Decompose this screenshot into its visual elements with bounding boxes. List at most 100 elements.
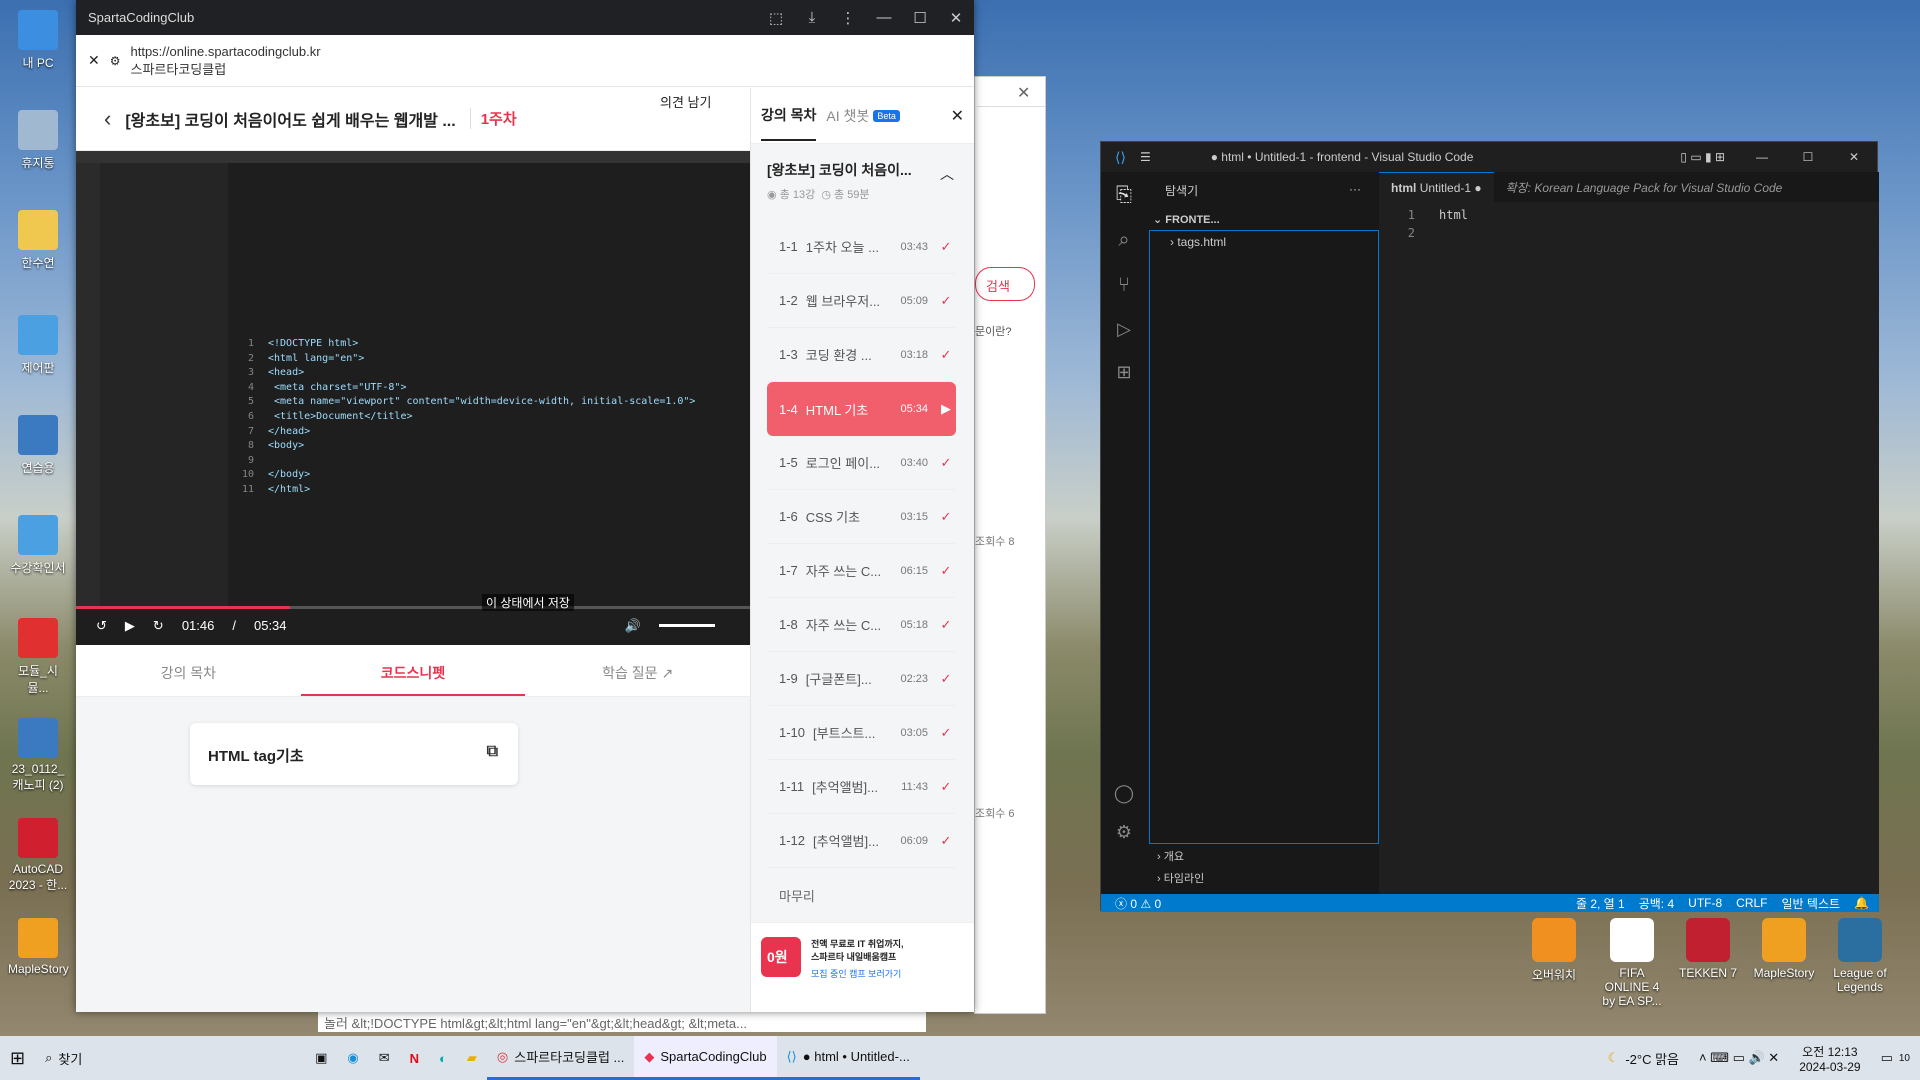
lesson-item[interactable]: 1-6 CSS 기초 03:15 ✓ [767,490,956,544]
feedback-button[interactable]: 의견 남기 [660,92,711,111]
search-button[interactable]: 검색 [975,267,1035,301]
desktop-icon[interactable]: MapleStory [8,918,69,976]
minimize-button[interactable]: — [1739,150,1785,164]
source-control-icon[interactable]: ⑂ [1101,274,1147,297]
final-item[interactable]: 마무리 [751,868,974,922]
task-view-icon[interactable]: ▣ [305,1036,337,1080]
extensions-icon[interactable]: ⬚ [758,9,794,27]
timeline-section[interactable]: › 타임라인 [1147,868,1379,888]
close-button[interactable]: ✕ [1831,150,1877,164]
netflix-icon[interactable]: N [400,1036,429,1080]
download-icon[interactable]: ⤓ [794,9,830,26]
tab-toc[interactable]: 강의 목차 [76,645,301,696]
close-icon[interactable]: ✕ [977,77,1045,107]
problems-indicator[interactable]: ⓧ 0 ⚠ 0 [1115,895,1161,912]
lesson-item[interactable]: 1-11 [추억앨범]... 11:43 ✓ [767,760,956,814]
desktop-icon[interactable]: 제어판 [8,315,68,376]
notification-icon[interactable]: ▭ 10 [1871,1036,1920,1080]
close-button[interactable]: ✕ [938,9,974,27]
desktop-icon[interactable]: 한수연 [8,210,68,271]
rewind-10-icon[interactable]: ↺ [96,618,107,634]
tray-icons[interactable]: ˄ ⌨ ▭ 🔊 ✕ [1689,1036,1789,1080]
layout-icons[interactable]: ▯ ▭ ▮ ⊞ [1680,150,1725,164]
lesson-item[interactable]: 1-8 자주 쓰는 C... 05:18 ✓ [767,598,956,652]
forward-10-icon[interactable]: ↻ [153,618,164,634]
desktop-icon[interactable]: 모듈_시뮬... [8,618,68,696]
folder-row[interactable]: ⌄ FRONTE... [1147,209,1379,230]
tab-untitled[interactable]: html Untitled-1 ● [1379,172,1494,202]
search-icon[interactable]: ⌕ [1101,229,1147,252]
volume-icon[interactable]: 🔊 [625,618,641,634]
start-icon[interactable]: ⊞ [0,1036,35,1080]
lesson-item[interactable]: 1-2 웹 브라우저... 05:09 ✓ [767,274,956,328]
chevron-up-icon[interactable]: ︿ [940,164,954,184]
lesson-item[interactable]: 1-5 로그인 페이... 03:40 ✓ [767,436,956,490]
snippet-card[interactable]: HTML tag기초 ⧉ [190,723,518,785]
banner-link[interactable]: 모집 중인 캠프 보러가기 [811,967,904,980]
app-icon[interactable]: ◐ [429,1036,457,1080]
maximize-button[interactable]: ☐ [902,9,938,27]
desktop-icon[interactable]: AutoCAD 2023 - 한... [8,818,68,893]
desktop-icon[interactable]: FIFA ONLINE 4 by EA SP... [1600,918,1664,1008]
volume-slider[interactable] [658,624,715,627]
desktop-icon[interactable]: TEKKEN 7 [1676,918,1740,980]
weather[interactable]: ☾ -2°C 맑음 [1598,1036,1689,1080]
play-icon[interactable]: ▶ [125,618,135,634]
desktop-icon[interactable]: League of Legends [1828,918,1892,994]
code-lines[interactable]: 1 html 2 [1379,202,1879,244]
tab-lesson-list[interactable]: 강의 목차 [761,91,817,141]
file-item[interactable]: › tags.html [1170,235,1378,249]
close-icon[interactable]: ✕ [88,52,100,69]
tab-questions[interactable]: 학습 질문 ↗ [525,645,750,696]
account-icon[interactable]: ◯ [1101,783,1147,804]
taskbar-sparta-window[interactable]: ◆ SpartaCodingClub [634,1036,777,1080]
bell-icon[interactable]: 🔔 [1854,896,1869,910]
lesson-item[interactable]: 1-4 HTML 기초 05:34 ▶ [767,382,956,436]
back-icon[interactable]: ‹ [104,106,111,132]
desktop-icon[interactable]: 23_0112_ 캐노피 (2) [8,718,68,793]
desktop-icon[interactable]: 휴지통 [8,110,68,171]
more-icon[interactable]: ··· [1349,182,1361,199]
desktop-icon[interactable]: 연습용 [8,415,68,476]
lesson-item[interactable]: 1-7 자주 쓰는 C... 06:15 ✓ [767,544,956,598]
desktop-icon[interactable]: 내 PC [8,10,68,71]
copy-icon[interactable]: ⧉ [487,743,498,761]
desktop-icon[interactable]: 수강확인서 [8,515,68,576]
file-explorer-icon[interactable]: ▰ [457,1036,487,1080]
tab-ai-chatbot[interactable]: AI 챗봇 [826,106,869,126]
desktop-icon[interactable]: 오버워치 [1522,918,1586,983]
site-settings-icon[interactable]: ⚙ [110,54,121,68]
taskbar-search[interactable]: ⌕ 찾기 [35,1036,305,1080]
lesson-item[interactable]: 1-3 코딩 환경 ... 03:18 ✓ [767,328,956,382]
desktop-icon[interactable]: MapleStory [1752,918,1816,980]
tab-language-pack[interactable]: 확장: Korean Language Pack for Visual Stud… [1494,171,1795,204]
mail-icon[interactable]: ✉ [369,1036,400,1080]
explorer-icon[interactable]: ⎘ [1101,184,1147,207]
clock[interactable]: 오전 12:13 2024-03-29 [1789,1043,1870,1074]
tab-snippet[interactable]: 코드스니펫 [300,645,526,696]
extensions-icon[interactable]: ⊞ [1101,362,1147,383]
url-text[interactable]: https://online.spartacodingclub.kr [131,43,321,61]
menu-icon[interactable]: ☰ [1140,150,1151,164]
lesson-item[interactable]: 1-9 [구글폰트]... 02:23 ✓ [767,652,956,706]
camp-banner[interactable]: 0원 전액 무료로 IT 취업까지, 스파르타 내일배움캠프 모집 중인 캠프 … [751,922,974,986]
minimize-button[interactable]: — [866,9,902,26]
encoding[interactable]: UTF-8 [1688,896,1722,910]
eol[interactable]: CRLF [1736,896,1767,910]
more-vert-icon[interactable]: ⋮ [830,9,866,27]
maximize-button[interactable]: ☐ [1785,150,1831,164]
lesson-item[interactable]: 1-1 1주차 오늘 ... 03:43 ✓ [767,220,956,274]
close-icon[interactable]: ✕ [951,106,964,126]
language-mode[interactable]: 일반 텍스트 [1782,895,1841,912]
outline-section[interactable]: › 개요 [1147,844,1379,868]
taskbar-vscode-window[interactable]: ⟨⟩ ● html • Untitled-... [776,1036,920,1080]
cursor-position[interactable]: 줄 2, 열 1 [1576,895,1625,912]
settings-gear-icon[interactable]: ⚙ [1101,822,1147,843]
edge-icon[interactable]: ◉ [337,1036,368,1080]
lesson-item[interactable]: 1-12 [추억앨범]... 06:09 ✓ [767,814,956,868]
lesson-item[interactable]: 1-10 [부트스트... 03:05 ✓ [767,706,956,760]
video-player[interactable]: 1 <!DOCTYPE html> 2 <html lang="en"> 3 <head>… [76,151,750,645]
run-debug-icon[interactable]: ▷ [1101,319,1147,340]
indentation[interactable]: 공백: 4 [1639,895,1674,912]
taskbar-chrome-window[interactable]: ◎ 스파르타코딩클럽 ... [486,1036,635,1080]
